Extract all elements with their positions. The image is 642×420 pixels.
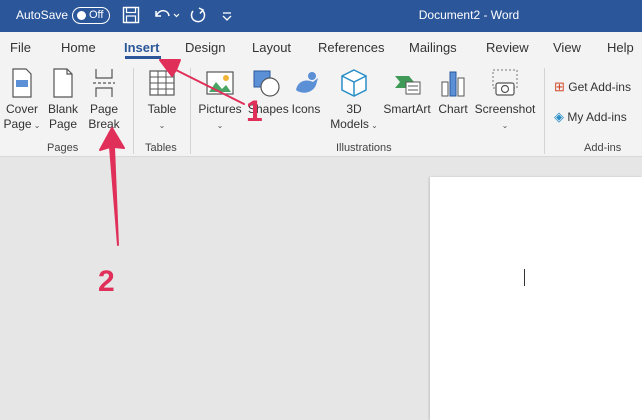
arrow-to-insert-tab-icon <box>159 59 245 105</box>
annotation-arrows <box>99 59 245 246</box>
arrow-to-page-break-icon <box>99 127 125 246</box>
step-2-label: 2 <box>98 265 115 298</box>
step-1-label: 1 <box>246 95 263 128</box>
